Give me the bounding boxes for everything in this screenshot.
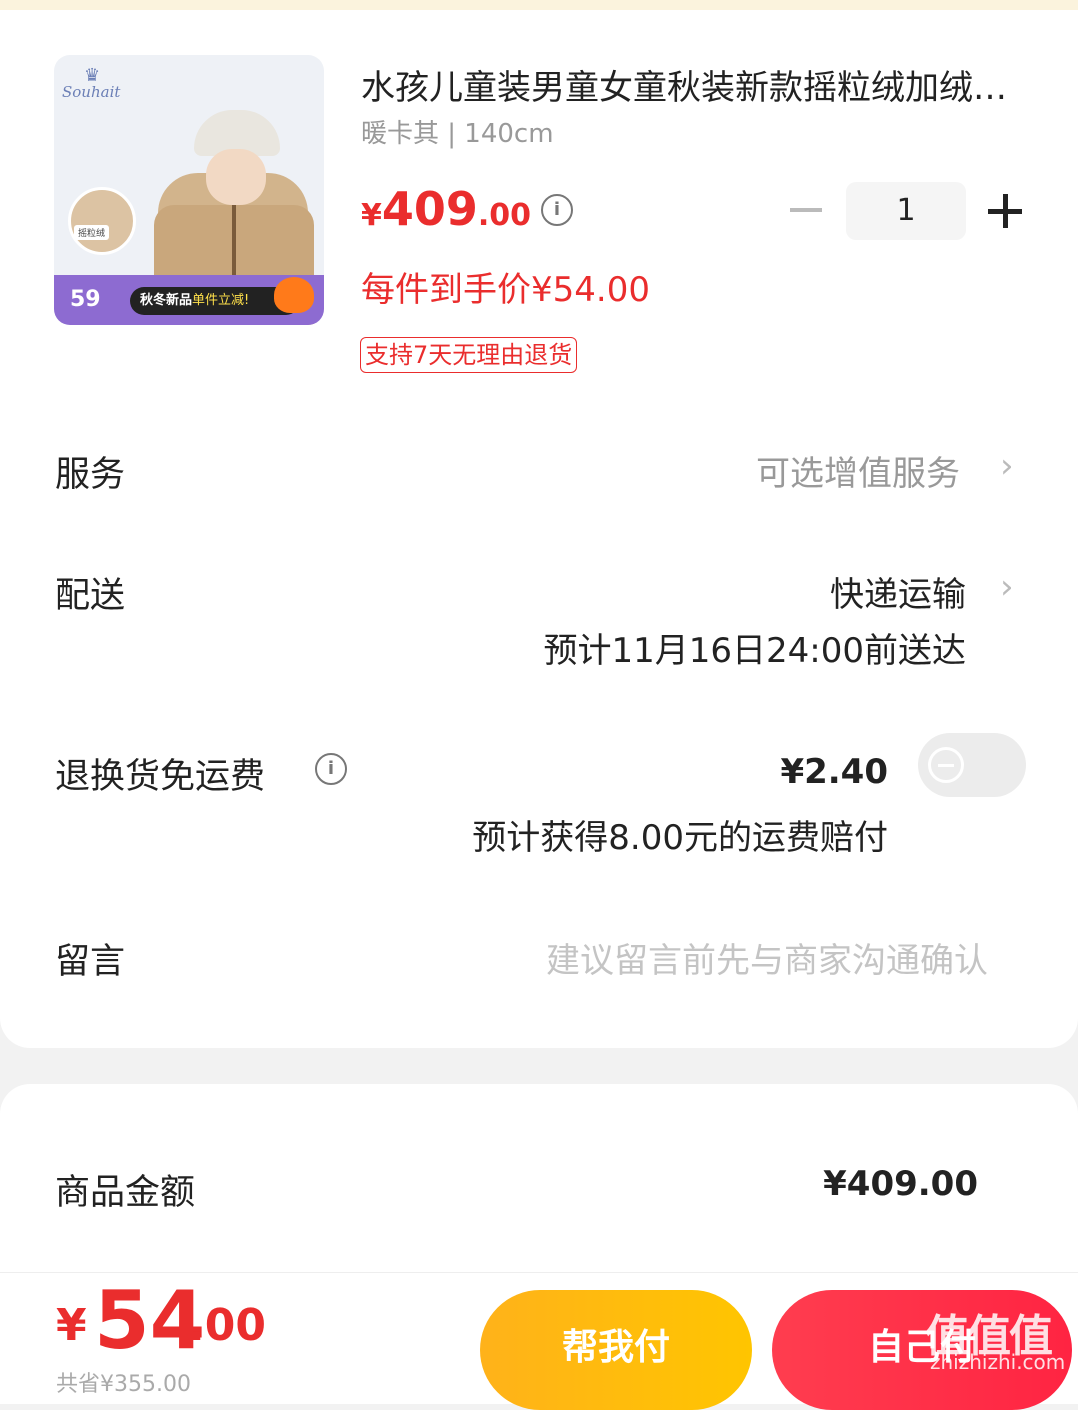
freight-insurance-price: ¥2.40 (780, 752, 888, 792)
promo-banner: 59 秋冬新品单件立减! (54, 275, 324, 325)
delivery-method[interactable]: 快递运输 (830, 567, 966, 616)
brand-logo: Souhait (62, 83, 121, 101)
face-shape (206, 149, 266, 205)
total-decimal: .00 (188, 1300, 266, 1351)
message-label: 留言 (55, 942, 126, 982)
price-info-icon[interactable]: i (541, 194, 573, 226)
promo-banner-text-a: 秋冬新品 (140, 293, 193, 308)
quantity-decrease-button[interactable] (790, 208, 822, 212)
promo-banner-text-b: 单件立减! (192, 293, 250, 308)
promo-banner-price: 59 (70, 287, 101, 312)
footer-divider (0, 1272, 1078, 1273)
total-savings: 共省¥355.00 (56, 1372, 191, 1397)
freight-insurance-toggle[interactable] (918, 733, 1026, 797)
price-decimal: .00 (477, 198, 532, 233)
message-input[interactable]: 建议留言前先与商家沟通确认 (546, 933, 988, 982)
quantity-input[interactable]: 1 (846, 182, 966, 240)
delivery-chevron-icon[interactable]: › (1000, 567, 1014, 607)
delivery-label: 配送 (55, 576, 126, 616)
quantity-increase-button[interactable] (988, 194, 1022, 228)
price-symbol: ¥ (361, 198, 382, 233)
product-title[interactable]: 水孩儿童装男童女童秋装新款摇粒绒加绒外套上衣 (361, 60, 1031, 109)
delivery-eta: 预计11月16日24:00前送达 (543, 631, 966, 671)
watermark-site: zhizhizhi.com (930, 1350, 1066, 1374)
freight-info-icon[interactable]: i (315, 753, 347, 785)
total-symbol: ¥ (56, 1300, 87, 1351)
product-spec[interactable]: 暖卡其 | 140cm (361, 113, 554, 150)
freight-insurance-label: 退换货免运费 (55, 757, 266, 797)
freight-insurance-note: 预计获得8.00元的运费赔付 (472, 818, 888, 858)
fabric-swatch (68, 187, 136, 255)
goods-amount-label: 商品金额 (55, 1173, 196, 1213)
service-value[interactable]: 可选增值服务 (756, 446, 960, 495)
toggle-knob-icon (928, 747, 964, 783)
price-integer: 409 (381, 182, 478, 236)
product-price: ¥409.00 (361, 182, 531, 236)
fabric-swatch-label: 摇粒绒 (74, 225, 110, 240)
service-label: 服务 (55, 455, 126, 495)
goods-amount-value: ¥409.00 (823, 1164, 978, 1204)
unit-price: 每件到手价¥54.00 (361, 270, 650, 310)
help-me-pay-button[interactable]: 帮我付 (480, 1290, 752, 1410)
product-image[interactable]: ♛ Souhait 摇粒绒 59 秋冬新品单件立减! (54, 55, 324, 325)
promo-flame-icon (274, 277, 314, 313)
top-strip (0, 0, 1078, 10)
service-chevron-icon[interactable]: › (1000, 446, 1014, 486)
return-policy-badge: 支持7天无理由退货 (360, 337, 578, 373)
